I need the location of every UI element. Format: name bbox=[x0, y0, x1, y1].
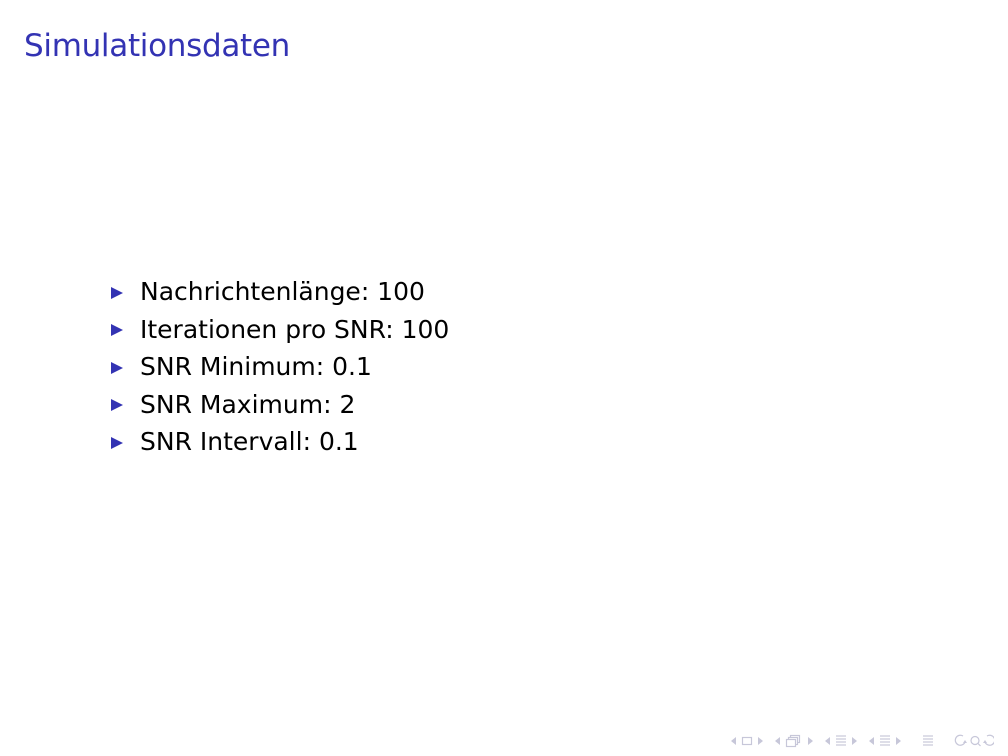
list-item-text: SNR Maximum: 2 bbox=[140, 389, 356, 419]
nav-part-group bbox=[868, 734, 902, 748]
nav-subsection-group bbox=[774, 734, 814, 748]
list-item: SNR Minimum: 0.1 bbox=[108, 348, 449, 386]
nav-document-icon[interactable] bbox=[922, 734, 934, 748]
bullet-list: Nachrichtenlänge: 100 Iterationen pro SN… bbox=[108, 273, 449, 461]
list-item: Iterationen pro SNR: 100 bbox=[108, 311, 449, 349]
triangle-right-icon bbox=[108, 357, 140, 377]
nav-next-subsection-icon[interactable] bbox=[806, 736, 814, 746]
triangle-right-icon bbox=[108, 319, 140, 339]
nav-prev-section-icon[interactable] bbox=[824, 736, 832, 746]
nav-section-icon[interactable] bbox=[835, 734, 847, 748]
triangle-right-icon bbox=[108, 282, 140, 302]
nav-prev-section-icon[interactable] bbox=[868, 736, 876, 746]
nav-prev-frame-icon[interactable] bbox=[730, 736, 738, 746]
nav-section-icon[interactable] bbox=[879, 734, 891, 748]
slide-title: Simulationsdaten bbox=[24, 28, 291, 64]
nav-frame-group bbox=[730, 736, 764, 746]
list-item-text: SNR Intervall: 0.1 bbox=[140, 427, 359, 457]
triangle-right-icon bbox=[108, 394, 140, 414]
nav-document-group bbox=[922, 734, 934, 748]
navigation-bar bbox=[722, 734, 994, 748]
nav-next-frame-icon[interactable] bbox=[756, 736, 764, 746]
nav-frame-icon[interactable] bbox=[741, 736, 753, 746]
nav-prev-subsection-icon[interactable] bbox=[774, 736, 782, 746]
nav-next-section-icon[interactable] bbox=[894, 736, 902, 746]
list-item: SNR Maximum: 2 bbox=[108, 386, 449, 424]
nav-search-icon[interactable] bbox=[954, 734, 994, 748]
triangle-right-icon bbox=[108, 432, 140, 452]
nav-search-group bbox=[954, 734, 994, 748]
list-item-text: Iterationen pro SNR: 100 bbox=[140, 314, 450, 344]
list-item-text: Nachrichtenlänge: 100 bbox=[140, 277, 425, 307]
list-item-text: SNR Minimum: 0.1 bbox=[140, 352, 372, 382]
nav-next-section-icon[interactable] bbox=[850, 736, 858, 746]
nav-section-group bbox=[824, 734, 858, 748]
nav-subsection-icon[interactable] bbox=[785, 734, 803, 748]
list-item: SNR Intervall: 0.1 bbox=[108, 423, 449, 461]
list-item: Nachrichtenlänge: 100 bbox=[108, 273, 449, 311]
